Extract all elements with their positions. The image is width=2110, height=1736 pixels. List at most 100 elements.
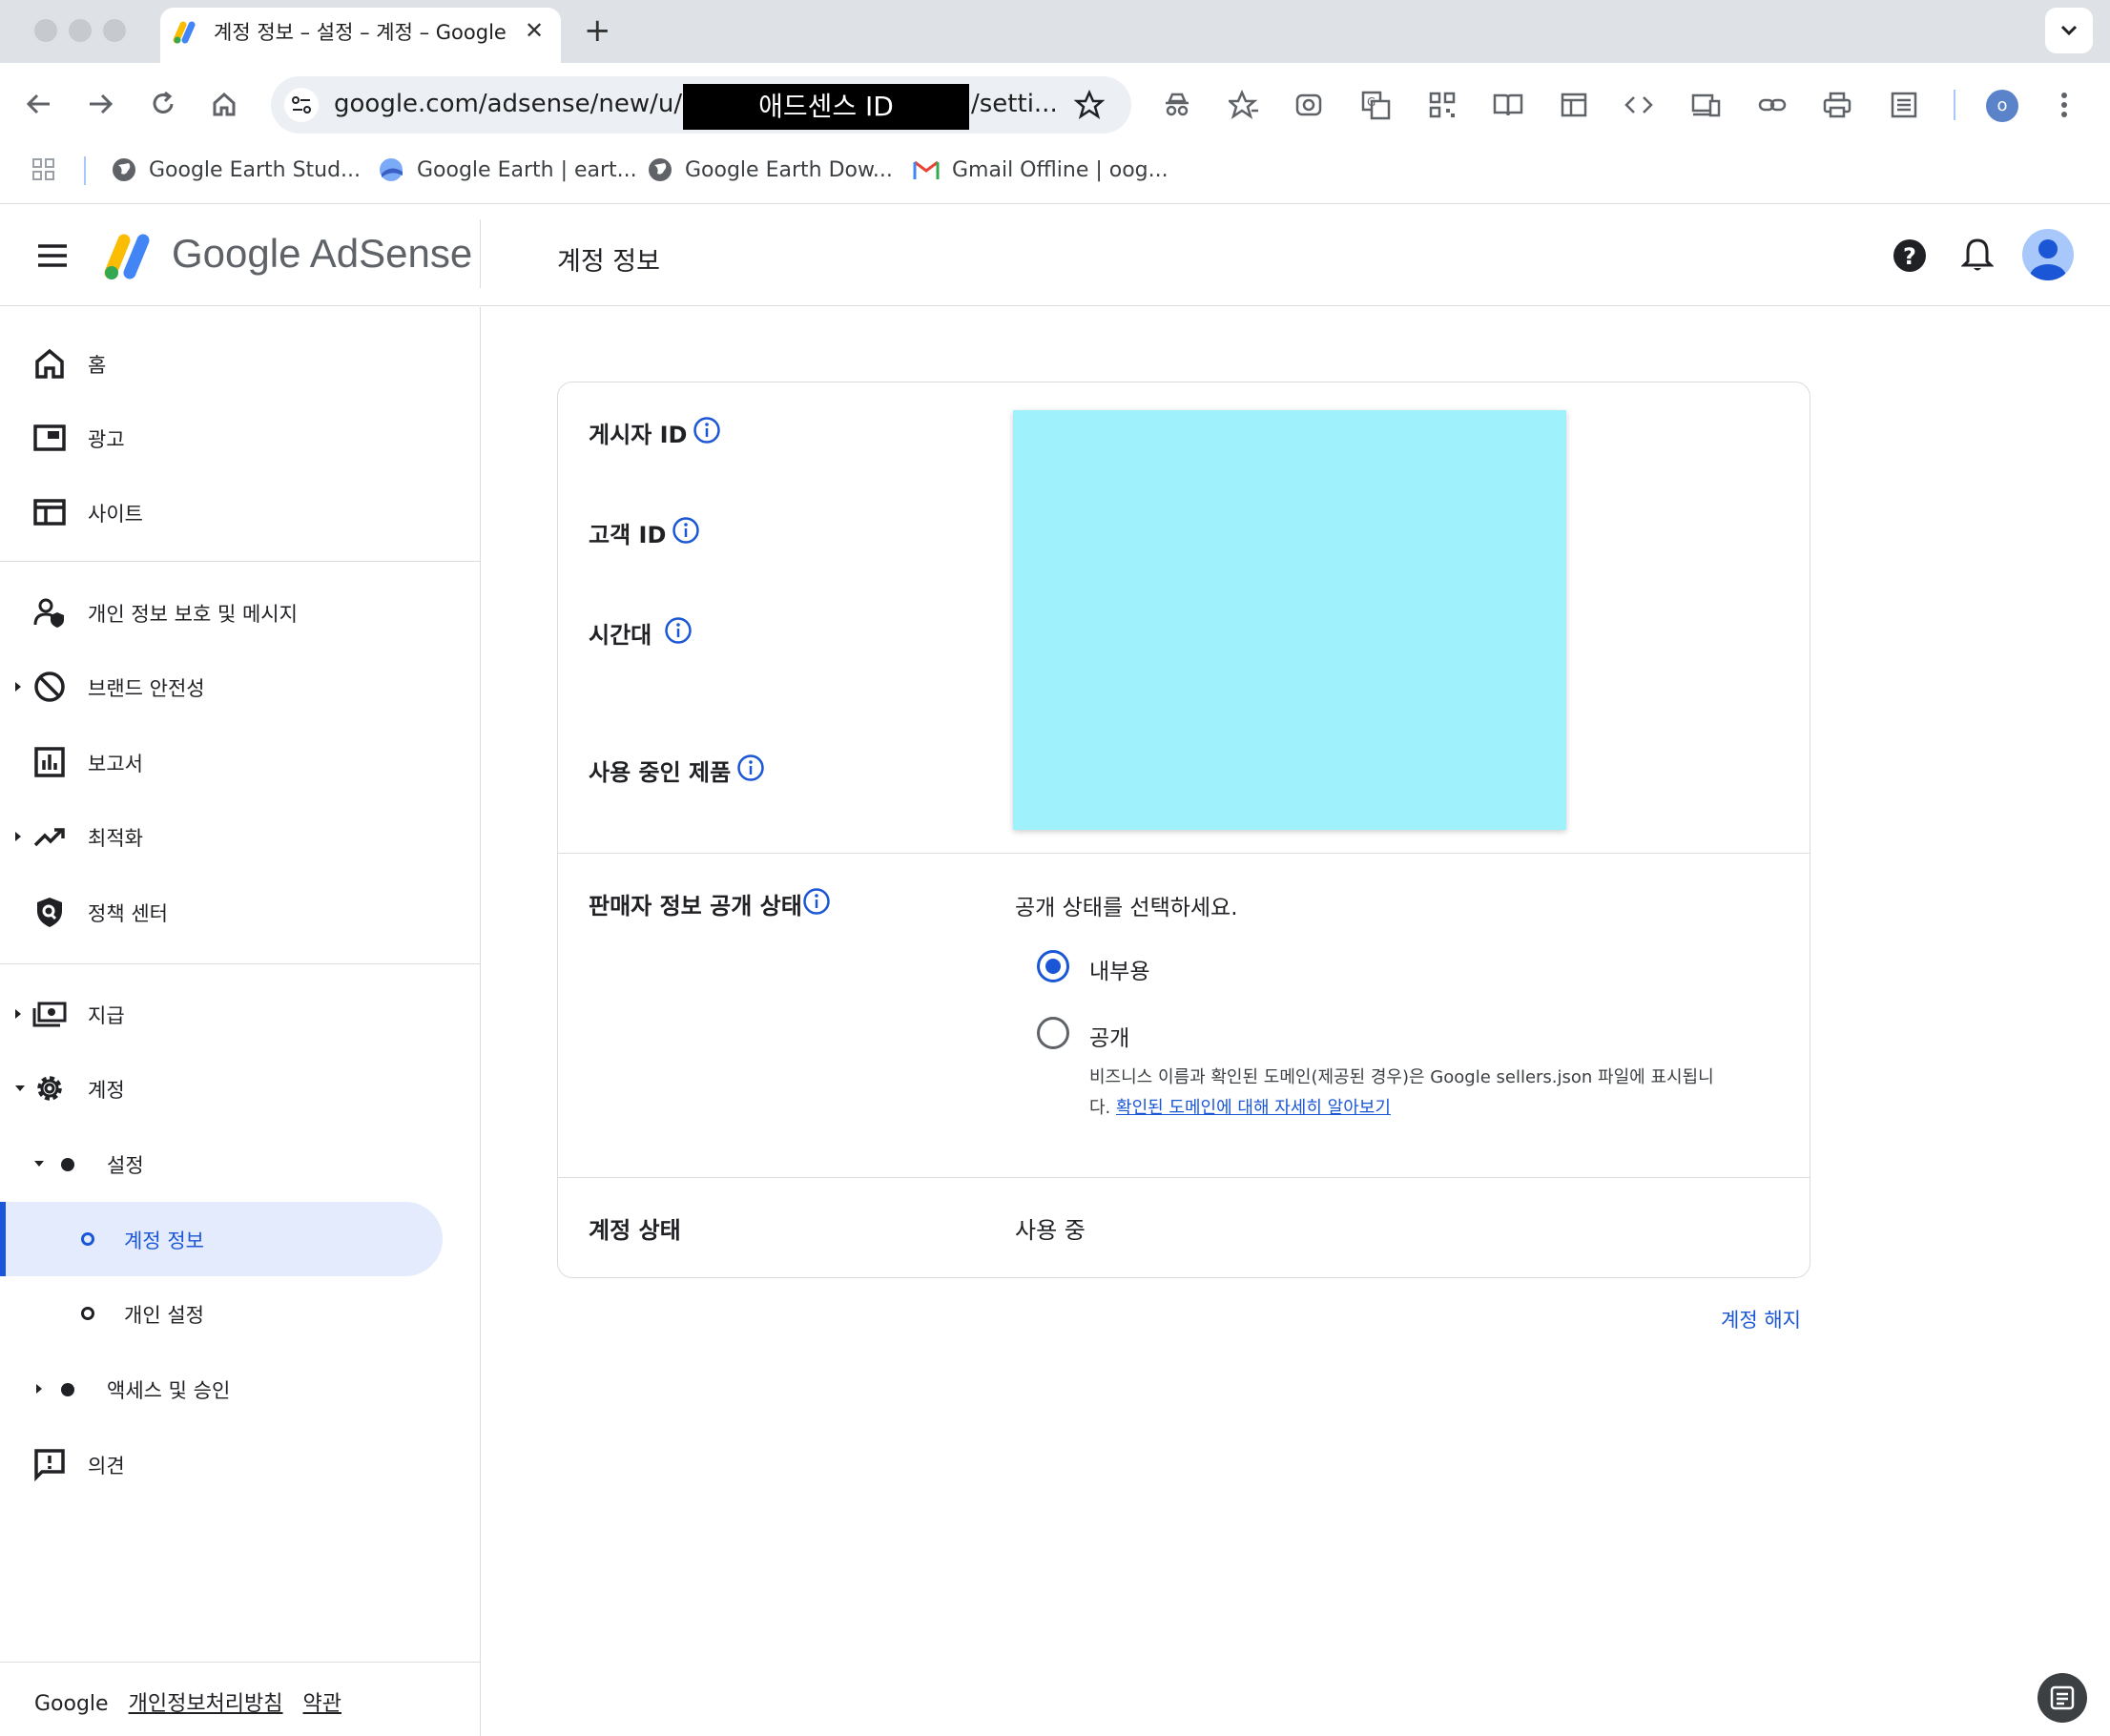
bullet-icon [61, 1383, 74, 1396]
url-redaction: 애드센스 ID [683, 84, 969, 130]
tab-search-button[interactable] [2045, 8, 2093, 53]
bookmark-star-icon[interactable] [1074, 90, 1105, 120]
window-close-control[interactable] [34, 19, 57, 42]
gear-icon [32, 1071, 67, 1106]
svg-text:G: G [1367, 95, 1376, 109]
sidebar-item-account[interactable]: 계정 [0, 1051, 481, 1126]
devices-icon[interactable] [1690, 90, 1721, 120]
reading-list-icon[interactable] [1889, 90, 1919, 120]
apps-grid-icon[interactable] [31, 156, 57, 183]
info-icon[interactable] [693, 416, 721, 444]
feedback-icon [32, 1447, 67, 1481]
card-divider [558, 1177, 1810, 1178]
sidebar-footer: Google 개인정보처리방침 약관 [34, 1686, 355, 1717]
gmail-icon [912, 156, 941, 183]
sidebar-item-settings[interactable]: 설정 [0, 1126, 481, 1201]
caret-down-icon[interactable] [13, 1082, 27, 1095]
bookmark-item[interactable]: Gmail Offline | oog... [952, 158, 1169, 182]
timezone-label: 시간대 [589, 622, 652, 649]
privacy-policy-link[interactable]: 개인정보처리방침 [129, 1692, 283, 1716]
feedback-report-icon [2050, 1685, 2075, 1710]
radio-public-label[interactable]: 공개 [1089, 1020, 1129, 1052]
hamburger-menu-icon[interactable] [36, 242, 69, 269]
home-icon[interactable] [210, 90, 238, 118]
caret-right-icon[interactable] [13, 680, 23, 693]
profile-avatar[interactable]: o [1986, 90, 2018, 122]
reload-icon[interactable] [149, 90, 177, 118]
header-divider [480, 219, 481, 288]
radio-internal[interactable] [1037, 950, 1069, 982]
tab-title: 계정 정보 – 설정 – 계정 – Google [214, 21, 507, 44]
lens-icon[interactable] [1293, 90, 1324, 120]
bullet-ring-icon [81, 1232, 94, 1246]
caret-right-icon[interactable] [34, 1382, 44, 1395]
bookmark-item[interactable]: Google Earth | eart... [417, 158, 637, 182]
policy-shield-icon [32, 895, 67, 929]
account-avatar[interactable] [2022, 229, 2074, 280]
sidebar-item-reports[interactable]: 보고서 [0, 725, 481, 799]
translate-icon[interactable]: G [1360, 90, 1391, 120]
verified-domain-learn-more-link[interactable]: 확인된 도메인에 대해 자세히 알아보기 [1116, 1098, 1391, 1118]
notifications-bell-icon[interactable] [1961, 237, 1994, 273]
new-tab-icon[interactable]: + [584, 11, 611, 50]
sidebar-item-label: 계정 정보 [124, 1230, 204, 1252]
ads-icon [32, 421, 67, 455]
sidebar-item-policy-center[interactable]: 정책 센터 [0, 875, 481, 949]
sidebar-item-payments[interactable]: 지급 [0, 977, 481, 1051]
code-icon[interactable] [1624, 90, 1654, 120]
sidebar-item-label: 개인 설정 [124, 1304, 204, 1327]
side-panel-icon[interactable] [1559, 90, 1589, 120]
bar-chart-icon [32, 745, 67, 779]
info-icon[interactable] [736, 754, 765, 782]
sidebar-item-feedback[interactable]: 의견 [0, 1427, 481, 1501]
sidebar-divider [0, 561, 481, 562]
site-settings-icon[interactable] [284, 88, 319, 122]
sidebar-divider [0, 1662, 481, 1663]
tab-close-icon[interactable]: ✕ [525, 17, 544, 44]
sidebar-item-brand-safety[interactable]: 브랜드 안전성 [0, 650, 481, 724]
feedback-button[interactable] [2038, 1673, 2087, 1723]
sidebar-item-label: 정책 센터 [88, 902, 168, 925]
sidebar-item-privacy-messaging[interactable]: 개인 정보 보호 및 메시지 [0, 575, 481, 650]
caret-right-icon[interactable] [13, 830, 23, 843]
sidebar-item-optimization[interactable]: 최적화 [0, 799, 481, 874]
sidebar-item-ads[interactable]: 광고 [0, 401, 481, 475]
sidebar-item-label: 액세스 및 승인 [107, 1379, 231, 1402]
back-arrow-icon[interactable] [25, 90, 53, 118]
info-icon[interactable] [664, 616, 693, 645]
radio-public[interactable] [1037, 1017, 1069, 1049]
window-minimize-control[interactable] [69, 19, 92, 42]
person-shield-icon [32, 595, 67, 630]
help-icon[interactable]: ? [1893, 238, 1927, 273]
sidebar-item-personal-settings[interactable]: 개인 설정 [0, 1276, 481, 1351]
terms-link[interactable]: 약관 [303, 1692, 341, 1716]
radio-internal-label[interactable]: 내부용 [1089, 953, 1149, 985]
link-icon[interactable] [1757, 90, 1788, 120]
window-zoom-control[interactable] [103, 19, 126, 42]
favorites-icon[interactable] [1229, 90, 1259, 120]
sidebar-item-sites[interactable]: 사이트 [0, 475, 481, 549]
caret-right-icon[interactable] [13, 1007, 23, 1021]
account-status-label: 계정 상태 [589, 1217, 681, 1244]
info-icon[interactable] [672, 516, 700, 545]
customer-id-label: 고객 ID [589, 522, 667, 548]
card-divider [558, 853, 1810, 854]
bookmark-item[interactable]: Google Earth Dow... [685, 158, 893, 182]
reading-mode-icon[interactable] [1492, 90, 1524, 120]
sidebar-item-label: 개인 정보 보호 및 메시지 [88, 603, 298, 626]
info-icon[interactable] [802, 887, 831, 916]
sidebar-item-account-info-row[interactable]: 계정 정보 [0, 1202, 481, 1276]
sidebar-item-label: 의견 [88, 1455, 125, 1478]
sidebar-item-home[interactable]: 홈 [0, 326, 481, 401]
forward-arrow-icon[interactable] [86, 90, 114, 118]
print-icon[interactable] [1822, 90, 1852, 120]
sidebar-item-access-authorization[interactable]: 액세스 및 승인 [0, 1352, 481, 1426]
close-account-link[interactable]: 계정 해지 [1721, 1305, 1801, 1333]
caret-down-icon[interactable] [32, 1157, 46, 1170]
more-menu-icon[interactable] [2055, 90, 2074, 120]
incognito-icon[interactable] [1162, 90, 1192, 120]
bookmark-item[interactable]: Google Earth Stud... [149, 158, 361, 182]
globe-icon [647, 156, 673, 183]
publisher-id-label: 게시자 ID [589, 422, 688, 448]
qr-code-icon[interactable] [1427, 90, 1458, 120]
